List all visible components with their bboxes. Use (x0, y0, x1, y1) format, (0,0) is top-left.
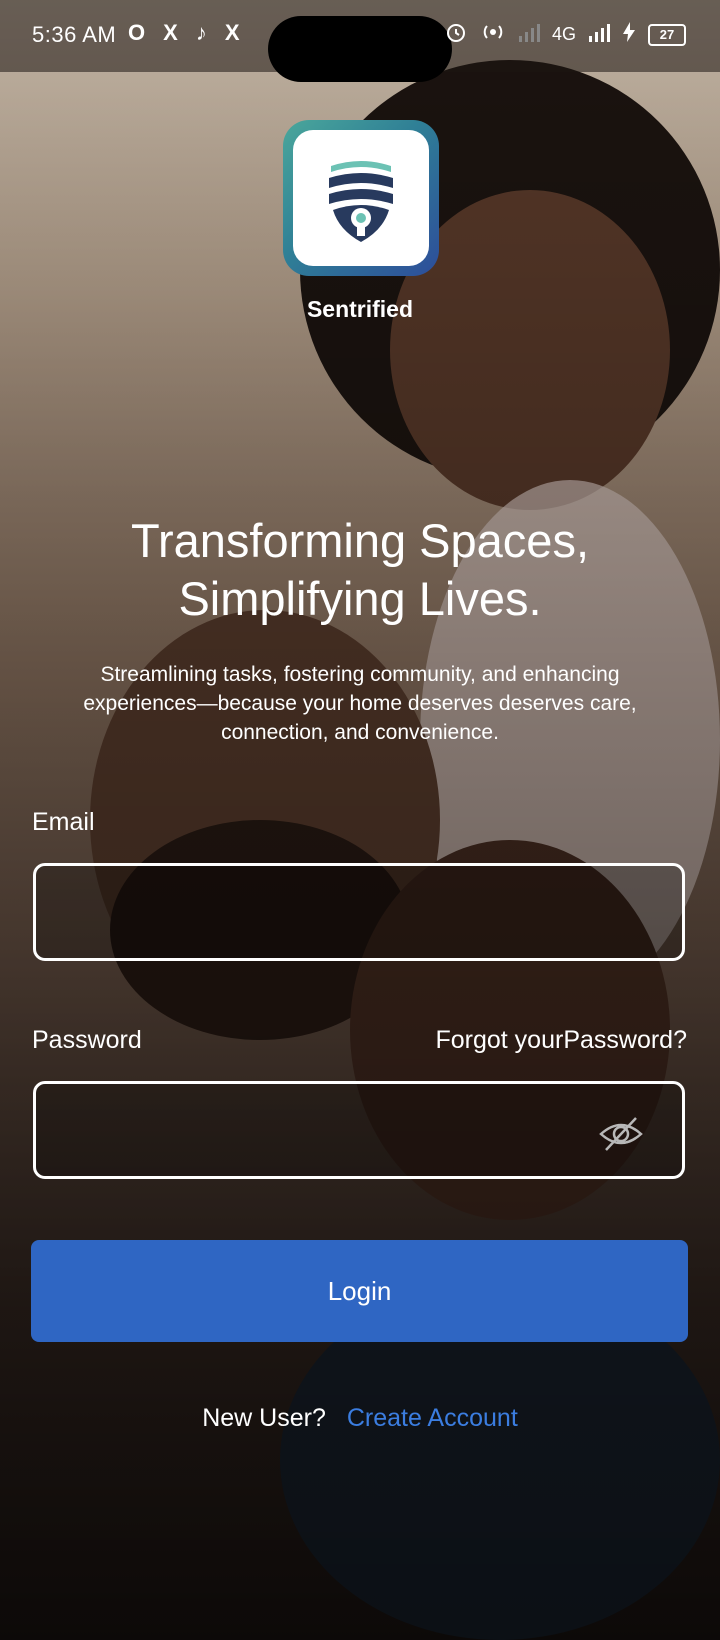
camera-notch (268, 16, 452, 82)
signal-icon (518, 21, 540, 48)
headline-line-1: Transforming Spaces, (131, 514, 589, 567)
system-status-icons: 4G 27 (444, 20, 686, 49)
status-time: 5:36 AM (32, 22, 117, 47)
email-field-container (33, 863, 685, 961)
x-app-icon-2: X (224, 20, 240, 45)
tiktok-icon: ♪ (195, 20, 207, 45)
battery-level: 27 (648, 23, 686, 46)
shield-keyhole-icon (329, 161, 393, 242)
email-field[interactable] (36, 866, 682, 958)
notification-icons: O X ♪ X (128, 20, 240, 46)
network-type: 4G (551, 24, 576, 44)
signup-prompt: New User? Create Account (0, 1404, 720, 1433)
forgot-password-link[interactable]: Forgot yourPassword? (435, 1026, 687, 1055)
create-account-link[interactable]: Create Account (347, 1404, 518, 1432)
password-field[interactable] (36, 1084, 682, 1176)
charging-icon (622, 21, 636, 48)
email-label: Email (32, 808, 95, 836)
signal-icon-2 (588, 21, 610, 48)
login-button[interactable]: Login (31, 1240, 688, 1342)
headline-line-2: Simplifying Lives. (178, 572, 542, 625)
x-app-icon: X (163, 20, 178, 45)
password-label: Password (32, 1026, 142, 1054)
eye-off-icon[interactable] (598, 1114, 644, 1154)
password-field-container (33, 1081, 685, 1179)
circle-notification-icon: O (128, 20, 146, 45)
hotspot-icon (480, 21, 506, 48)
new-user-label: New User? (202, 1404, 326, 1432)
hero-headline: Transforming Spaces, Simplifying Lives. (40, 512, 680, 628)
alarm-icon (444, 20, 468, 49)
hero-subtitle: Streamlining tasks, fostering community,… (83, 663, 637, 744)
app-logo (283, 120, 439, 276)
status-bar: 5:36 AM O X ♪ X 4G 27 (0, 0, 720, 82)
app-name: Sentrified (306, 296, 414, 322)
